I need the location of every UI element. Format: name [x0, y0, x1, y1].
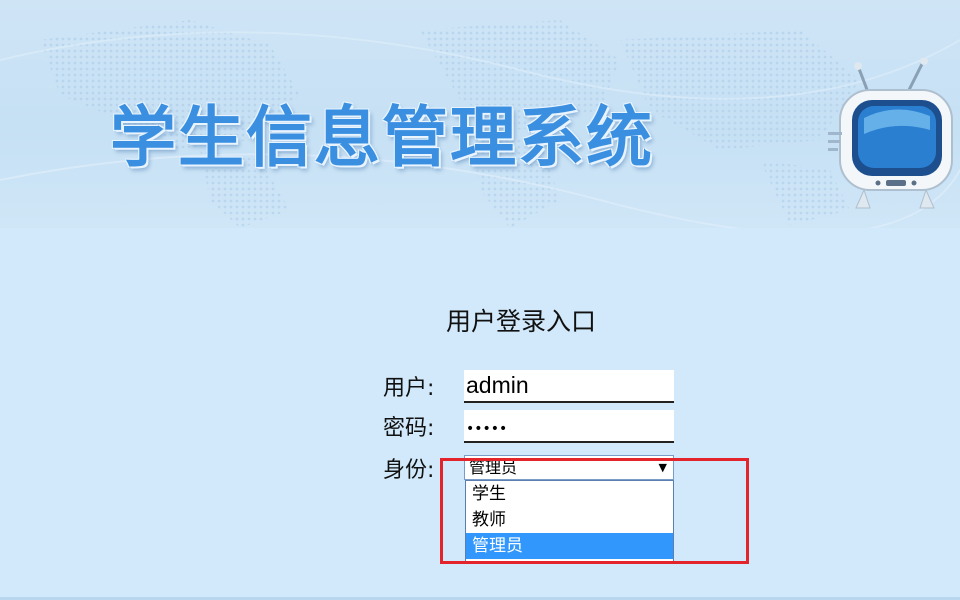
role-dropdown-list: 学生 教师 管理员	[465, 480, 674, 562]
chevron-down-icon: ▼	[658, 461, 667, 474]
username-input[interactable]: admin	[464, 370, 674, 403]
tv-icon	[828, 58, 953, 209]
password-label: 密码:	[383, 416, 435, 441]
password-input[interactable]: •••••	[464, 410, 674, 443]
role-option-student[interactable]: 学生	[466, 481, 673, 507]
login-title: 用户登录入口	[446, 307, 597, 336]
login-page: 学生信息管理系统 用户登录入口 用户: admin 密码: ••••• 身份: …	[0, 0, 960, 600]
role-selected-value: 管理员	[469, 458, 518, 477]
role-option-admin[interactable]: 管理员	[466, 533, 673, 559]
role-label: 身份:	[383, 458, 435, 483]
user-label: 用户:	[383, 376, 435, 401]
password-mask: •••••	[466, 421, 508, 437]
system-title: 学生信息管理系统	[110, 99, 654, 176]
header-banner: 学生信息管理系统	[0, 0, 960, 228]
role-select[interactable]: 管理员 ▼	[464, 455, 674, 480]
role-option-teacher[interactable]: 教师	[466, 507, 673, 533]
